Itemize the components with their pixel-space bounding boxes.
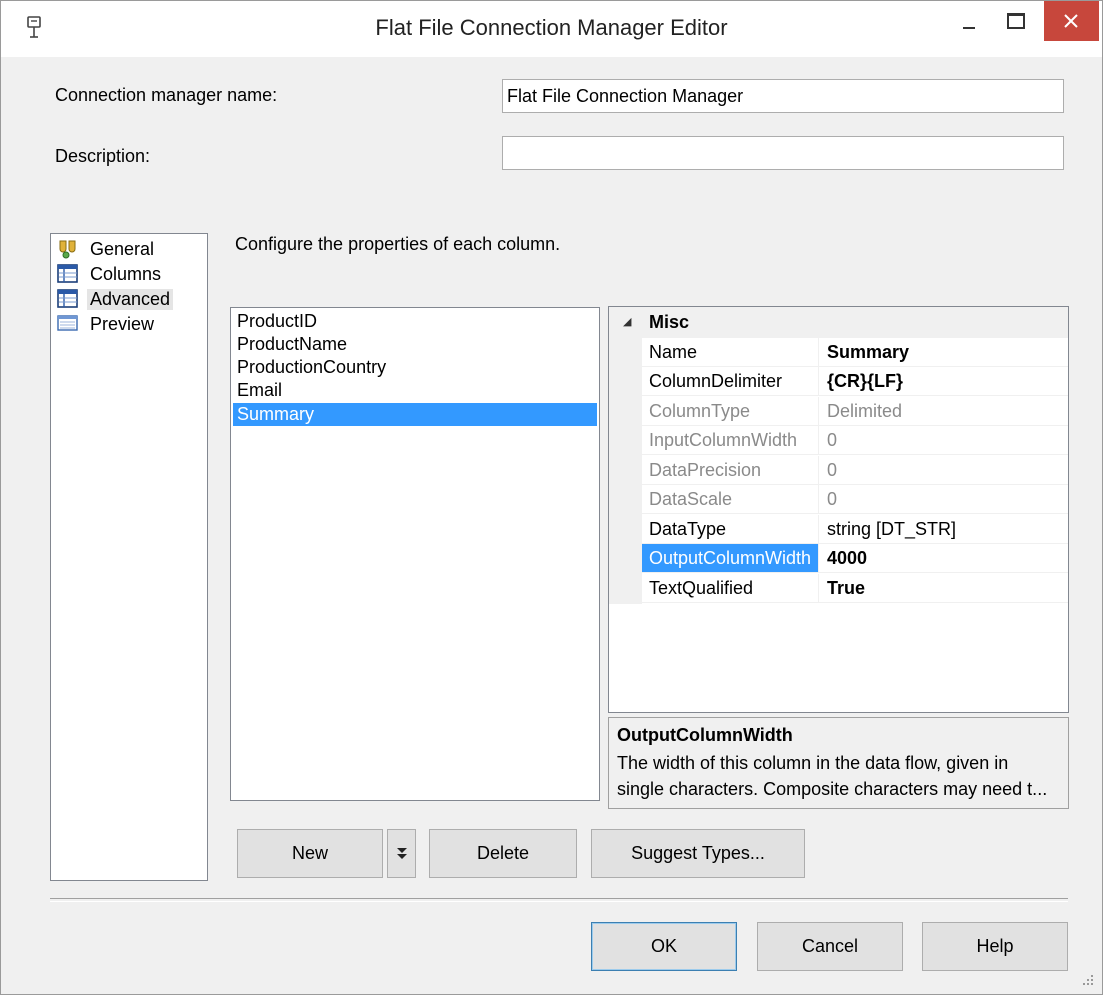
page-navigation: General Columns Advanced Preview — [50, 233, 208, 881]
list-item-selected[interactable]: Summary — [233, 403, 597, 426]
property-name: DataType — [642, 515, 819, 543]
property-row-text-qualified[interactable]: TextQualified True — [642, 574, 1068, 603]
list-item[interactable]: ProductName — [233, 333, 597, 356]
property-value[interactable]: 4000 — [820, 544, 1068, 572]
close-button[interactable] — [1044, 1, 1099, 41]
nav-item-preview[interactable]: Preview — [57, 312, 154, 336]
nav-item-columns[interactable]: Columns — [57, 262, 161, 286]
new-dropdown-button[interactable] — [387, 829, 416, 878]
property-row-data-precision[interactable]: DataPrecision 0 — [642, 456, 1068, 485]
property-value[interactable]: True — [820, 574, 1068, 602]
property-value: 0 — [827, 460, 838, 480]
collapse-triangle-icon[interactable]: ◢ — [623, 315, 631, 328]
help-title: OutputColumnWidth — [617, 725, 793, 745]
footer-separator — [50, 898, 1068, 902]
minimize-button[interactable] — [949, 1, 991, 41]
property-name: ColumnType — [642, 397, 819, 425]
general-icon — [59, 240, 76, 259]
advanced-icon — [57, 289, 78, 308]
property-row-data-type[interactable]: DataType string [DT_STR] — [642, 515, 1068, 544]
delete-button[interactable]: Delete — [429, 829, 577, 878]
maximize-icon — [1007, 13, 1025, 29]
property-row-column-delimiter[interactable]: ColumnDelimiter {CR}{LF} — [642, 367, 1068, 396]
property-name: DataPrecision — [642, 456, 819, 484]
property-row-output-column-width[interactable]: OutputColumnWidth 4000 — [642, 544, 1068, 573]
nav-label-preview: Preview — [90, 313, 155, 334]
help-button[interactable]: Help — [922, 922, 1068, 971]
new-button[interactable]: New — [237, 829, 383, 878]
list-item[interactable]: Email — [233, 379, 597, 402]
property-value[interactable]: {CR}{LF} — [820, 367, 1068, 395]
property-grid[interactable]: ◢ Misc Name Summary ColumnDelimiter {CR}… — [608, 306, 1069, 713]
cancel-button[interactable]: Cancel — [757, 922, 903, 971]
property-name: ColumnDelimiter — [642, 367, 819, 395]
connection-name-label: Connection manager name: — [55, 85, 278, 105]
nav-label-columns: Columns — [90, 263, 162, 284]
grid-gutter — [609, 338, 642, 604]
property-value[interactable]: Summary — [820, 338, 1068, 366]
property-name: DataScale — [642, 485, 819, 513]
double-chevron-down-icon — [396, 847, 407, 859]
property-name: OutputColumnWidth — [642, 544, 819, 572]
help-text: The width of this column in the data flo… — [617, 753, 1048, 799]
connection-name-input[interactable] — [502, 79, 1064, 113]
property-row-input-column-width[interactable]: InputColumnWidth 0 — [642, 426, 1068, 455]
property-value: 0 — [827, 430, 838, 450]
category-row[interactable]: ◢ Misc — [609, 307, 1068, 338]
property-value: Delimited — [827, 401, 903, 421]
preview-icon — [57, 315, 78, 331]
maximize-button[interactable] — [996, 1, 1038, 41]
nav-item-advanced[interactable]: Advanced — [57, 287, 174, 311]
list-item[interactable]: ProductID — [233, 310, 597, 333]
instruction-text: Configure the properties of each column. — [235, 234, 561, 254]
property-value: 0 — [827, 489, 838, 509]
nav-label-advanced: Advanced — [87, 288, 174, 310]
nav-item-general[interactable]: General — [57, 237, 154, 261]
nav-label-general: General — [90, 238, 155, 259]
dialog-window: Flat File Connection Manager Editor Conn… — [0, 0, 1103, 995]
columns-icon — [57, 264, 78, 283]
resize-grip-icon[interactable] — [1082, 974, 1094, 986]
property-value[interactable]: string [DT_STR] — [820, 515, 1068, 543]
suggest-types-button[interactable]: Suggest Types... — [591, 829, 805, 878]
property-name: InputColumnWidth — [642, 426, 819, 454]
column-list[interactable]: ProductID ProductName ProductionCountry … — [230, 307, 600, 801]
category-label: Misc — [649, 312, 690, 332]
description-label: Description: — [55, 146, 151, 166]
property-row-column-type[interactable]: ColumnType Delimited — [642, 397, 1068, 426]
property-row-name[interactable]: Name Summary — [642, 338, 1068, 367]
window-title: Flat File Connection Manager Editor — [375, 15, 728, 40]
ok-button[interactable]: OK — [591, 922, 737, 971]
description-input[interactable] — [502, 136, 1064, 170]
list-item[interactable]: ProductionCountry — [233, 356, 597, 379]
close-icon — [1064, 14, 1078, 28]
minimize-icon — [963, 27, 975, 29]
property-row-data-scale[interactable]: DataScale 0 — [642, 485, 1068, 514]
property-description-panel: OutputColumnWidth The width of this colu… — [608, 717, 1069, 809]
property-name: Name — [642, 338, 819, 366]
property-name: TextQualified — [642, 574, 819, 602]
title-bar[interactable]: Flat File Connection Manager Editor — [1, 1, 1102, 57]
